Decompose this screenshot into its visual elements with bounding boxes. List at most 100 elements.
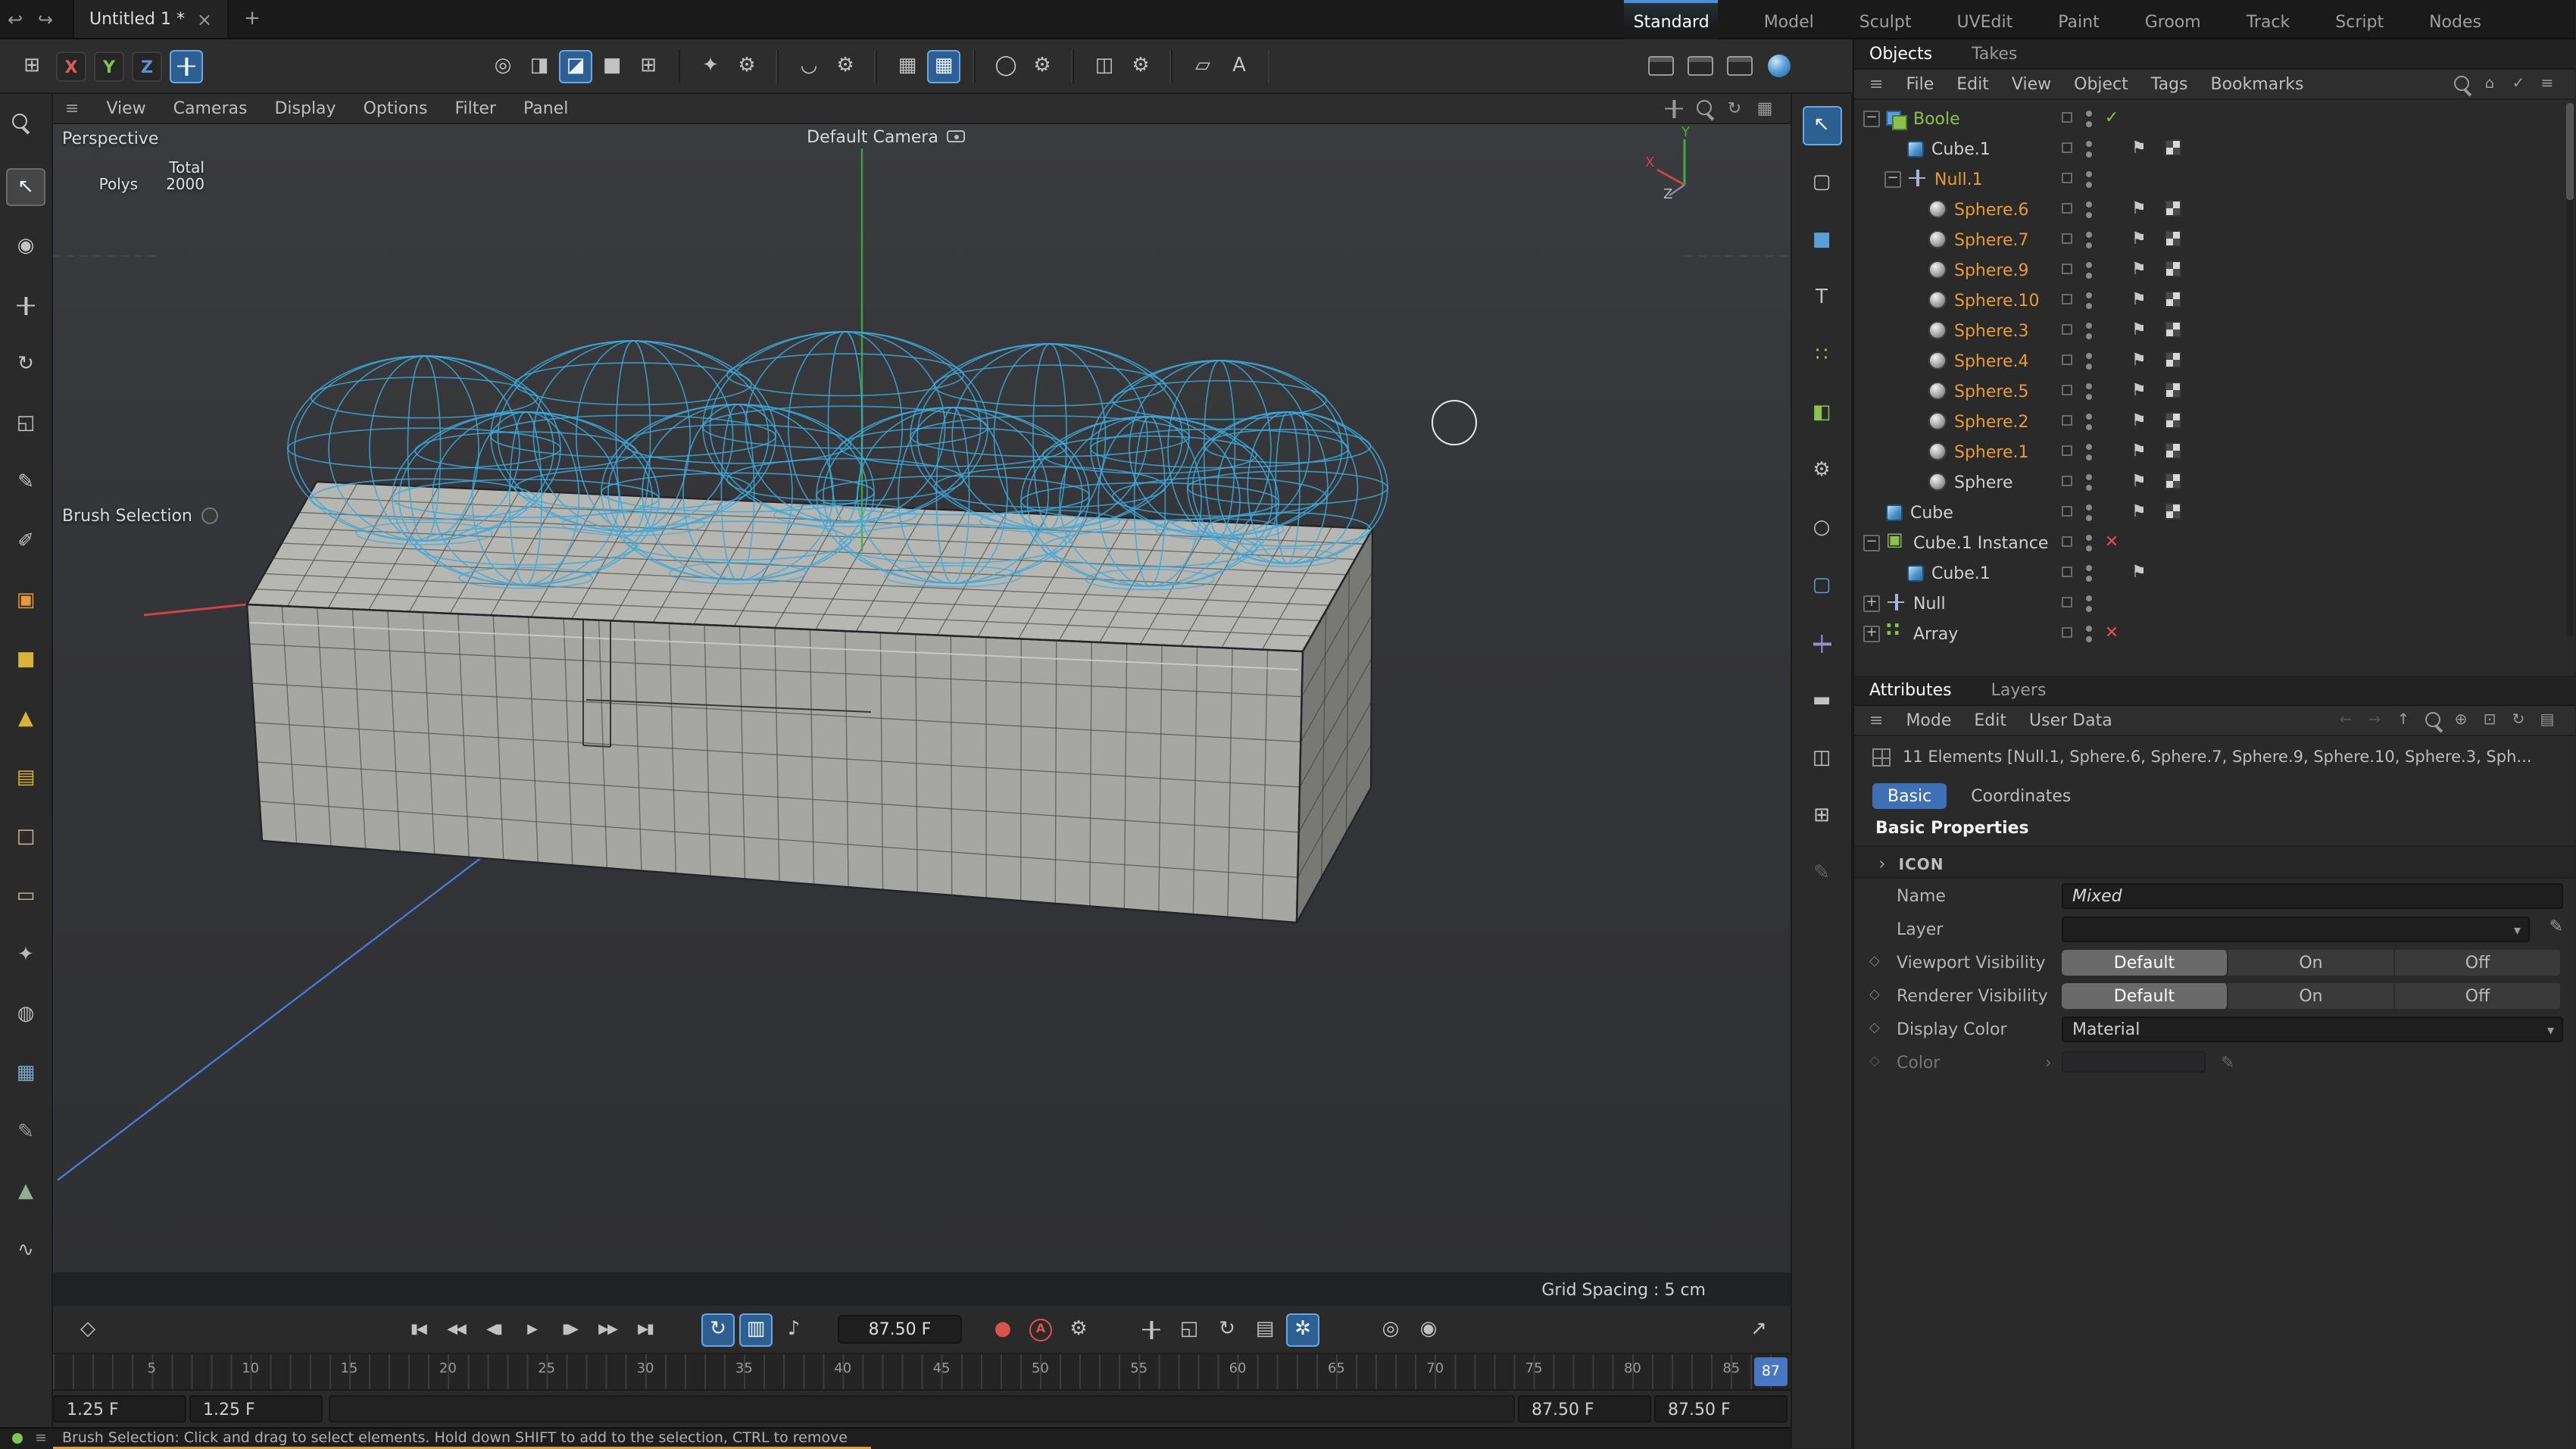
visibility-dots-icon[interactable] [2086, 201, 2092, 208]
record-rotation-icon[interactable]: ↻ [1210, 1313, 1244, 1346]
object-row[interactable]: Sphere.10⚑ [1854, 285, 2575, 315]
object-name[interactable]: Sphere [1954, 472, 2013, 492]
up-arrow-icon[interactable]: ↑ [2390, 707, 2416, 733]
object-name[interactable]: Array [1913, 623, 1958, 643]
selection-frame-icon[interactable]: ▣ [6, 582, 45, 620]
visibility-dots-icon[interactable] [2086, 535, 2092, 541]
disabled-x-icon[interactable]: ✕ [2100, 527, 2124, 557]
solo-animation-icon[interactable]: ◎ [1374, 1313, 1407, 1346]
character-settings-icon[interactable]: ⚙ [730, 49, 763, 83]
spline-icon[interactable]: ∿ [6, 1232, 45, 1269]
loop-icon[interactable]: ↻ [701, 1313, 735, 1346]
layout-tab-standard[interactable]: Standard [1625, 0, 1719, 39]
projection-label[interactable]: Perspective [62, 129, 158, 148]
object-name[interactable]: Sphere.6 [1954, 199, 2029, 219]
viewport-menu-cameras[interactable]: Cameras [173, 98, 248, 118]
layer-toggle-icon[interactable] [2062, 476, 2072, 486]
object-row[interactable]: −Null.1 [1854, 164, 2575, 194]
axis-x-toggle[interactable]: X [56, 51, 86, 81]
layer-field[interactable]: ▾ [2062, 916, 2530, 942]
tab-layers[interactable]: Layers [1991, 680, 2047, 700]
om-menu-edit[interactable]: Edit [1956, 74, 1989, 94]
brush-options-icon[interactable] [201, 507, 218, 524]
clapper-icon[interactable]: ▬ [1802, 682, 1841, 721]
layer-toggle-icon[interactable] [2062, 203, 2072, 214]
texture-tag-icon[interactable] [2165, 382, 2181, 398]
texture-tag-icon[interactable] [2165, 351, 2181, 368]
render-view-icon[interactable] [1762, 49, 1795, 83]
visibility-dots-icon[interactable] [2086, 474, 2092, 480]
visibility-default-button[interactable]: Default [2062, 949, 2228, 975]
coordinate-system-icon[interactable]: ◎ [486, 49, 520, 83]
key-diamond-icon[interactable]: ◇ [1869, 954, 1880, 970]
range-start-field[interactable]: 1.25 F [53, 1395, 186, 1422]
search-icon[interactable] [6, 109, 45, 147]
object-axis-icon[interactable]: ▢ [1802, 567, 1841, 606]
om-menu-bookmarks[interactable]: Bookmarks [2211, 74, 2304, 94]
magnet-icon[interactable]: ◡ [792, 49, 826, 83]
viewport-menu-display[interactable]: Display [274, 98, 336, 118]
object-name[interactable]: Cube.1 [1931, 139, 1991, 158]
document-tab[interactable]: Untitled 1 * × [73, 0, 229, 38]
viewport-menu-panel[interactable]: Panel [523, 98, 568, 118]
am-menu-edit[interactable]: Edit [1974, 710, 2006, 730]
object-row[interactable]: +Array✕ [1854, 618, 2575, 648]
object-name[interactable]: Sphere.1 [1954, 442, 2029, 461]
preview-range-icon[interactable]: ▥ [739, 1313, 773, 1346]
visibility-default-button[interactable]: Default [2062, 982, 2228, 1008]
status-menu-icon[interactable]: ≡ [35, 1431, 47, 1447]
frame-mode-icon[interactable]: ▢ [1802, 164, 1841, 203]
view-rotate-icon[interactable]: ↻ [1721, 95, 1748, 122]
object-name[interactable]: Cube [1910, 502, 1953, 522]
sound-icon[interactable]: ♪ [777, 1313, 810, 1346]
shading-cube-icon[interactable]: ■ [595, 49, 629, 83]
object-name[interactable]: Boole [1913, 108, 1960, 128]
phong-tag-icon[interactable]: ⚑ [2131, 412, 2147, 430]
layer-toggle-icon[interactable] [2062, 445, 2072, 456]
icon-section-header[interactable]: ›ICON [1854, 845, 2575, 879]
next-frame-icon[interactable]: ▮▶ [553, 1313, 586, 1346]
layer-toggle-icon[interactable] [2062, 142, 2072, 153]
axis-y-toggle[interactable]: Y [94, 51, 124, 81]
visibility-on-button[interactable]: On [2228, 949, 2395, 975]
record-pla-icon[interactable]: ✲ [1286, 1313, 1319, 1346]
object-name[interactable]: Cube.1 Instance [1913, 532, 2048, 552]
object-name[interactable]: Sphere.7 [1954, 230, 2029, 249]
ngon-mode-icon[interactable]: ○ [1802, 509, 1841, 548]
panel-menu-icon[interactable]: ▤ [2534, 707, 2560, 733]
section-tab-coordinates[interactable]: Coordinates [1956, 782, 2086, 808]
goto-end-icon[interactable]: ▶▮ [629, 1313, 662, 1346]
expander-icon[interactable]: − [1884, 170, 1901, 187]
visibility-dots-icon[interactable] [2086, 292, 2092, 298]
object-row[interactable]: Sphere.9⚑ [1854, 255, 2575, 285]
figure-icon[interactable]: ✦ [6, 936, 45, 974]
view-layout-icon[interactable]: ▦ [1751, 95, 1778, 122]
expander-icon[interactable]: − [1863, 110, 1880, 126]
layout-preset-icon-2[interactable] [1683, 49, 1716, 83]
scale-icon[interactable]: ◱ [6, 404, 45, 442]
visibility-dots-icon[interactable] [2086, 504, 2092, 511]
texture-tag-icon[interactable] [2165, 291, 2181, 308]
character-icon[interactable]: ✦ [694, 49, 727, 83]
texture-tag-icon[interactable] [2165, 139, 2181, 156]
om-menu-file[interactable]: File [1906, 74, 1934, 94]
visibility-on-button[interactable]: On [2228, 982, 2395, 1008]
phong-tag-icon[interactable]: ⚑ [2131, 503, 2147, 521]
lock-workplane-icon[interactable]: A [1222, 49, 1256, 83]
tab-takes[interactable]: Takes [1972, 44, 2017, 64]
display-color-dropdown[interactable]: Material▾ [2062, 1016, 2563, 1041]
cube-primitive-icon[interactable]: ■ [6, 641, 45, 679]
landscape-icon[interactable]: ▲ [6, 1173, 45, 1210]
forward-arrow-icon[interactable]: → [2362, 707, 2387, 733]
next-key-icon[interactable]: ▶▶ [591, 1313, 624, 1346]
texture-tag-icon[interactable] [2165, 442, 2181, 459]
layer-toggle-icon[interactable] [2062, 597, 2072, 607]
visibility-dots-icon[interactable] [2086, 414, 2092, 420]
snap-settings-icon[interactable]: ⚙ [1802, 451, 1841, 491]
layout-tab-groom[interactable]: Groom [2145, 0, 2201, 39]
layer-toggle-icon[interactable] [2062, 173, 2072, 183]
move-icon[interactable] [6, 286, 45, 324]
object-row[interactable]: −Boole✓ [1854, 103, 2575, 133]
phong-tag-icon[interactable]: ⚑ [2131, 261, 2147, 279]
layout-preset-icon-1[interactable] [1644, 49, 1677, 83]
